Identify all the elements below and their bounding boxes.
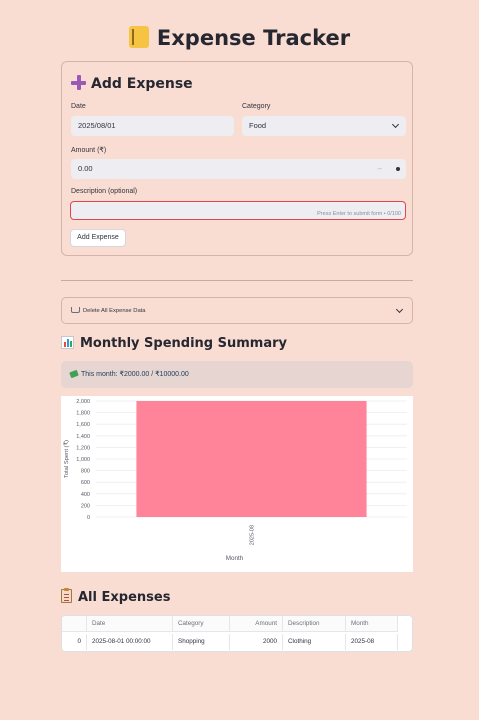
table-header-cell[interactable]: Month (346, 616, 398, 632)
expenses-title-text: All Expenses (78, 590, 171, 605)
expenses-title: All Expenses (61, 588, 171, 605)
add-expense-button[interactable]: Add Expense (70, 229, 126, 247)
y-tick-label: 1,400 (76, 434, 90, 440)
amount-input-value: 0.00 (78, 164, 93, 173)
table-header-cell[interactable] (62, 616, 87, 632)
x-axis-label: Month (226, 555, 244, 562)
money-icon (69, 369, 79, 379)
monthly-info-alert: This month: ₹2000.00 / ₹10000.00 (61, 361, 413, 388)
table-cell[interactable]: 2025-08 (346, 634, 398, 650)
bar-chart-icon (61, 336, 74, 349)
category-select[interactable]: Food (242, 116, 406, 136)
expander-label-text: Delete All Expense Data (83, 308, 146, 314)
form-header-text: Add Expense (91, 76, 193, 92)
monthly-info-value: This month: ₹2000.00 / ₹10000.00 (81, 371, 189, 378)
y-tick-label: 200 (81, 503, 90, 509)
date-label: Date (71, 103, 86, 110)
y-tick-label: 400 (81, 492, 90, 498)
chevron-down-icon (391, 120, 400, 129)
delete-data-expander[interactable]: Delete All Expense Data (61, 297, 413, 324)
expenses-table[interactable]: Date Category Amount Description Month 0 2025-… (61, 615, 413, 652)
date-input[interactable]: 2025/08/01 (71, 116, 234, 136)
x-tick-label: 2025-08 (250, 525, 256, 545)
y-tick-label: 2,000 (76, 399, 90, 405)
y-tick-label: 600 (81, 480, 90, 486)
table-header-cell[interactable]: Amount (230, 616, 283, 632)
form-header: Add Expense (71, 75, 193, 92)
y-tick-label: 1,000 (76, 457, 90, 463)
y-tick-label: 1,800 (76, 411, 90, 417)
table-cell[interactable]: Shopping (173, 634, 230, 650)
description-label: Description (optional) (71, 188, 138, 195)
table-cell[interactable]: 0 (62, 634, 87, 650)
table-cell[interactable]: 2000 (230, 634, 283, 650)
increment-button[interactable] (396, 167, 400, 171)
monthly-spending-chart: 0 200 400 600 800 1,000 1,200 1,400 1,600 1,800 2,… (61, 396, 413, 572)
y-tick-label: 1,600 (76, 422, 90, 428)
bar (136, 401, 367, 517)
y-tick-label: 800 (81, 469, 90, 475)
table-cell[interactable]: Clothing (283, 634, 346, 650)
description-input[interactable]: Press Enter to submit form • 0/100 (70, 201, 406, 220)
monthly-info-text: This month: ₹2000.00 / ₹10000.00 (69, 369, 189, 379)
summary-title: Monthly Spending Summary (61, 336, 287, 351)
y-tick-label: 1,200 (76, 445, 90, 451)
notebook-icon (128, 26, 149, 48)
table-header-cell[interactable]: Category (173, 616, 230, 632)
expander-label: Delete All Expense Data (71, 307, 146, 314)
chevron-down-icon (395, 305, 404, 314)
divider (61, 280, 413, 281)
table-cell[interactable]: 2025-08-01 00:00:00 (87, 634, 173, 650)
y-tick-label: 0 (87, 515, 90, 521)
cart-icon (71, 307, 80, 313)
page-title: Expense Tracker (0, 26, 479, 50)
chart-svg: 0 200 400 600 800 1,000 1,200 1,400 1,600 1,800 2,… (63, 399, 407, 562)
clipboard-icon (61, 588, 72, 603)
decrement-button[interactable]: – (378, 159, 382, 179)
category-label: Category (242, 103, 271, 110)
amount-label: Amount (₹) (71, 147, 107, 154)
category-select-value: Food (249, 121, 267, 130)
table-header-cell[interactable]: Description (283, 616, 346, 632)
y-axis-label: Total Spent (₹) (63, 440, 70, 478)
summary-title-text: Monthly Spending Summary (80, 336, 288, 351)
amount-input[interactable]: 0.00 – (71, 159, 406, 179)
add-expense-form: Add Expense Date 2025/08/01 Category Foo… (61, 61, 413, 256)
page-title-text: Expense Tracker (156, 26, 351, 50)
plus-icon (71, 75, 86, 90)
description-hint: Press Enter to submit form • 0/100 (317, 211, 401, 217)
table-header-cell[interactable]: Date (87, 616, 173, 632)
